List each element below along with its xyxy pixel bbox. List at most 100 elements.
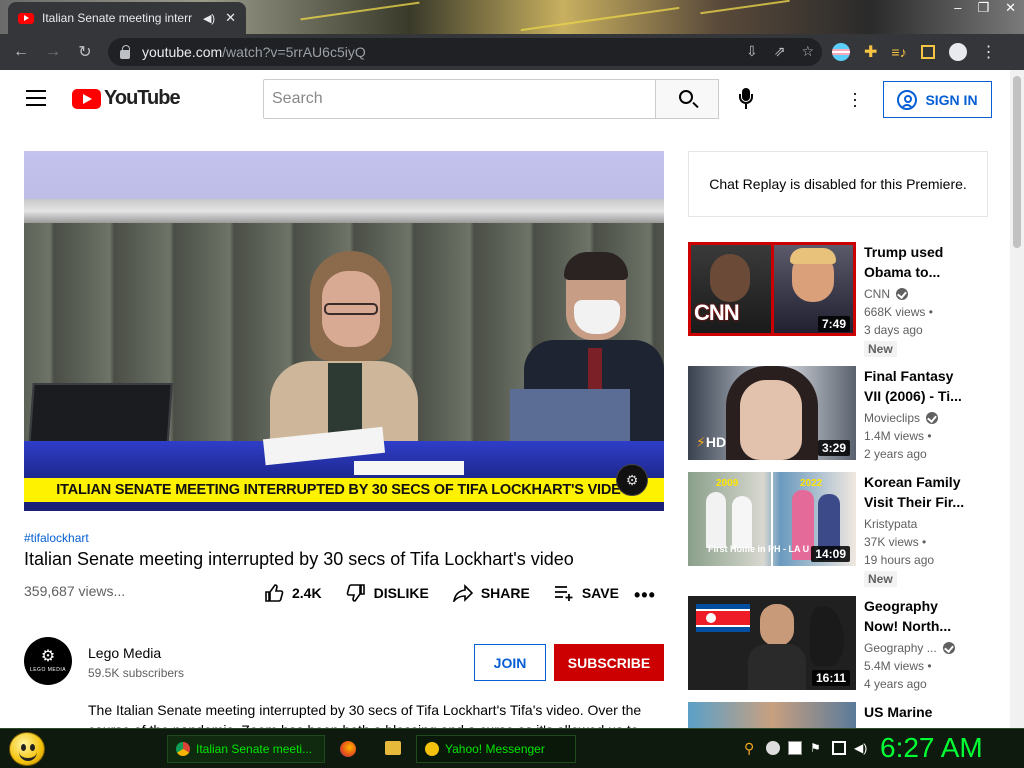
video-thumbnail[interactable] — [688, 702, 856, 728]
recommendation-title[interactable]: Final Fantasy VII (2006) - Ti... — [864, 366, 974, 406]
recommendation-channel[interactable]: Geography ... — [864, 641, 955, 655]
reload-icon[interactable]: ↻ — [74, 42, 96, 62]
recommendation-item[interactable]: ⚡HD 3:29 Final Fantasy VII (2006) - Ti..… — [688, 366, 998, 466]
verified-icon — [942, 642, 955, 654]
channel-avatar[interactable]: ⚙ LEGO MEDIA — [24, 637, 72, 685]
taskbar-clock: 6:27 AM — [880, 732, 983, 763]
account-avatar-icon[interactable] — [948, 43, 967, 61]
youtube-play-icon — [72, 88, 101, 109]
start-smiley-icon[interactable] — [9, 732, 45, 766]
search-tray-icon[interactable]: ⚲ — [744, 741, 758, 755]
recommendation-title[interactable]: US Marine — [864, 702, 974, 728]
side-panel-icon[interactable] — [920, 45, 935, 59]
video-thumbnail[interactable]: ⚡HD 3:29 — [688, 366, 856, 460]
forward-icon[interactable]: → — [42, 43, 64, 61]
hashtag-link[interactable]: #tifalockhart — [24, 531, 89, 545]
youtube-logo-text: YouTube — [104, 87, 181, 109]
recommendation-title[interactable]: Geography Now! North... — [864, 596, 974, 636]
video-player[interactable]: ITALIAN SENATE MEETING INTERRUPTED BY 30… — [24, 151, 664, 511]
firefox-icon[interactable] — [340, 741, 356, 757]
browser-menu-icon[interactable]: ⋮ — [981, 42, 997, 62]
video-description[interactable]: The Italian Senate meeting interrupted b… — [88, 700, 648, 728]
microphone-icon[interactable] — [738, 88, 754, 110]
subscribe-button[interactable]: SUBSCRIBE — [554, 644, 664, 681]
verified-icon — [896, 288, 908, 300]
install-icon[interactable]: ⇩ — [746, 43, 758, 60]
recommendation-item[interactable]: CNN 7:49 Trump used Obama to... CNN 668K… — [688, 242, 998, 357]
os-taskbar: Italian Senate meeti... Yahoo! Messenger… — [0, 728, 1024, 768]
media-playlist-icon[interactable]: ≡♪ — [891, 44, 906, 60]
account-circle-icon — [897, 89, 918, 110]
scrollbar-thumb[interactable] — [1013, 76, 1021, 248]
view-count[interactable]: 359,687 views... — [24, 583, 125, 599]
recommendation-views: 37K views • — [864, 535, 927, 549]
sign-in-label: SIGN IN — [925, 91, 978, 108]
extensions-puzzle-icon[interactable]: ✚ — [864, 42, 877, 62]
close-window-icon[interactable]: ✕ — [1005, 0, 1016, 16]
recommendation-item[interactable]: 16:11 Geography Now! North... Geography … — [688, 596, 998, 696]
thumbs-up-icon — [264, 584, 284, 602]
playlist-add-icon — [554, 584, 574, 602]
join-button[interactable]: JOIN — [474, 644, 546, 681]
taskbar-yahoo-messenger[interactable]: Yahoo! Messenger — [416, 735, 576, 763]
copy-tray-icon[interactable] — [788, 741, 802, 755]
network-tray-icon[interactable] — [832, 741, 846, 755]
volume-tray-icon[interactable]: ◀) — [854, 741, 868, 755]
recommendation-title[interactable]: Trump used Obama to... — [864, 242, 974, 282]
save-label: SAVE — [581, 585, 619, 601]
close-tab-icon[interactable]: ✕ — [225, 10, 236, 26]
youtube-logo[interactable]: YouTube — [72, 87, 181, 110]
minimize-icon[interactable]: – — [954, 0, 961, 16]
more-actions-icon[interactable]: ••• — [634, 585, 656, 606]
recommendation-age: 3 days ago — [864, 323, 923, 337]
dislike-button[interactable]: DISLIKE — [346, 584, 429, 602]
recommendation-age: 19 hours ago — [864, 553, 935, 567]
settings-more-icon[interactable]: · · · — [852, 84, 858, 114]
like-button[interactable]: 2.4K — [264, 584, 322, 602]
chat-replay-panel: Chat Replay is disabled for this Premier… — [688, 151, 988, 217]
taskbar-chrome-window[interactable]: Italian Senate meeti... — [167, 735, 325, 763]
browser-toolbar: ← → ↻ youtube.com/watch?v=5rrAU6c5iyQ ⇩ … — [0, 34, 1024, 70]
recommendation-channel[interactable]: Movieclips — [864, 411, 939, 425]
browser-tab[interactable]: Italian Senate meeting interr ◀) ✕ — [8, 2, 246, 34]
search-button[interactable] — [655, 79, 719, 119]
recommendation-item[interactable]: US Marine — [688, 702, 998, 728]
sign-in-button[interactable]: SIGN IN — [883, 81, 992, 118]
recommendation-title[interactable]: Korean Family Visit Their Fir... — [864, 472, 974, 512]
recommendation-channel[interactable]: Kristypata — [864, 517, 917, 531]
flag-tray-icon[interactable]: ⚑ — [810, 741, 824, 755]
recommendation-channel[interactable]: CNN — [864, 287, 908, 301]
chrome-icon — [176, 742, 190, 756]
save-button[interactable]: SAVE — [554, 584, 619, 602]
taskbar-chrome-label: Italian Senate meeti... — [196, 742, 313, 756]
minus-tray-icon[interactable] — [766, 741, 780, 755]
address-bar[interactable]: youtube.com/watch?v=5rrAU6c5iyQ ⇩ ⇗ ☆ — [108, 38, 822, 66]
channel-name[interactable]: Lego Media — [88, 645, 161, 661]
thumbnail-year-right: 2022 — [800, 478, 823, 489]
speaker-icon[interactable]: ◀) — [203, 12, 215, 25]
page-scrollbar[interactable] — [1010, 70, 1024, 728]
subscriber-count: 59.5K subscribers — [88, 666, 185, 680]
profile-flag-icon[interactable] — [832, 43, 850, 61]
url-domain: youtube.com — [142, 44, 223, 60]
folder-icon[interactable] — [385, 741, 401, 755]
tab-title: Italian Senate meeting interr — [42, 11, 193, 25]
hamburger-menu-icon[interactable] — [26, 90, 46, 106]
recommendation-age: 4 years ago — [864, 677, 927, 691]
video-thumbnail[interactable]: 2009 2022 First Home in PH - LA U 14:09 — [688, 472, 856, 566]
recommendation-item[interactable]: 2009 2022 First Home in PH - LA U 14:09 … — [688, 472, 998, 587]
share-button[interactable]: SHARE — [452, 584, 530, 604]
share-page-icon[interactable]: ⇗ — [774, 43, 786, 60]
back-icon[interactable]: ← — [10, 43, 32, 61]
bookmark-star-icon[interactable]: ☆ — [801, 43, 814, 60]
gear-logo-icon: ⚙ — [40, 648, 56, 665]
window-controls: – ❐ ✕ — [954, 0, 1016, 16]
browser-tab-strip: Italian Senate meeting interr ◀) ✕ – ❐ ✕ — [0, 0, 1024, 34]
channel-watermark-icon[interactable]: ⚙ — [616, 464, 648, 496]
maximize-icon[interactable]: ❐ — [977, 0, 989, 16]
search-input[interactable]: Search — [263, 79, 656, 119]
video-thumbnail[interactable]: 16:11 — [688, 596, 856, 690]
verified-icon — [926, 412, 939, 424]
video-thumbnail[interactable]: CNN 7:49 — [688, 242, 856, 336]
video-duration: 16:11 — [811, 670, 850, 686]
